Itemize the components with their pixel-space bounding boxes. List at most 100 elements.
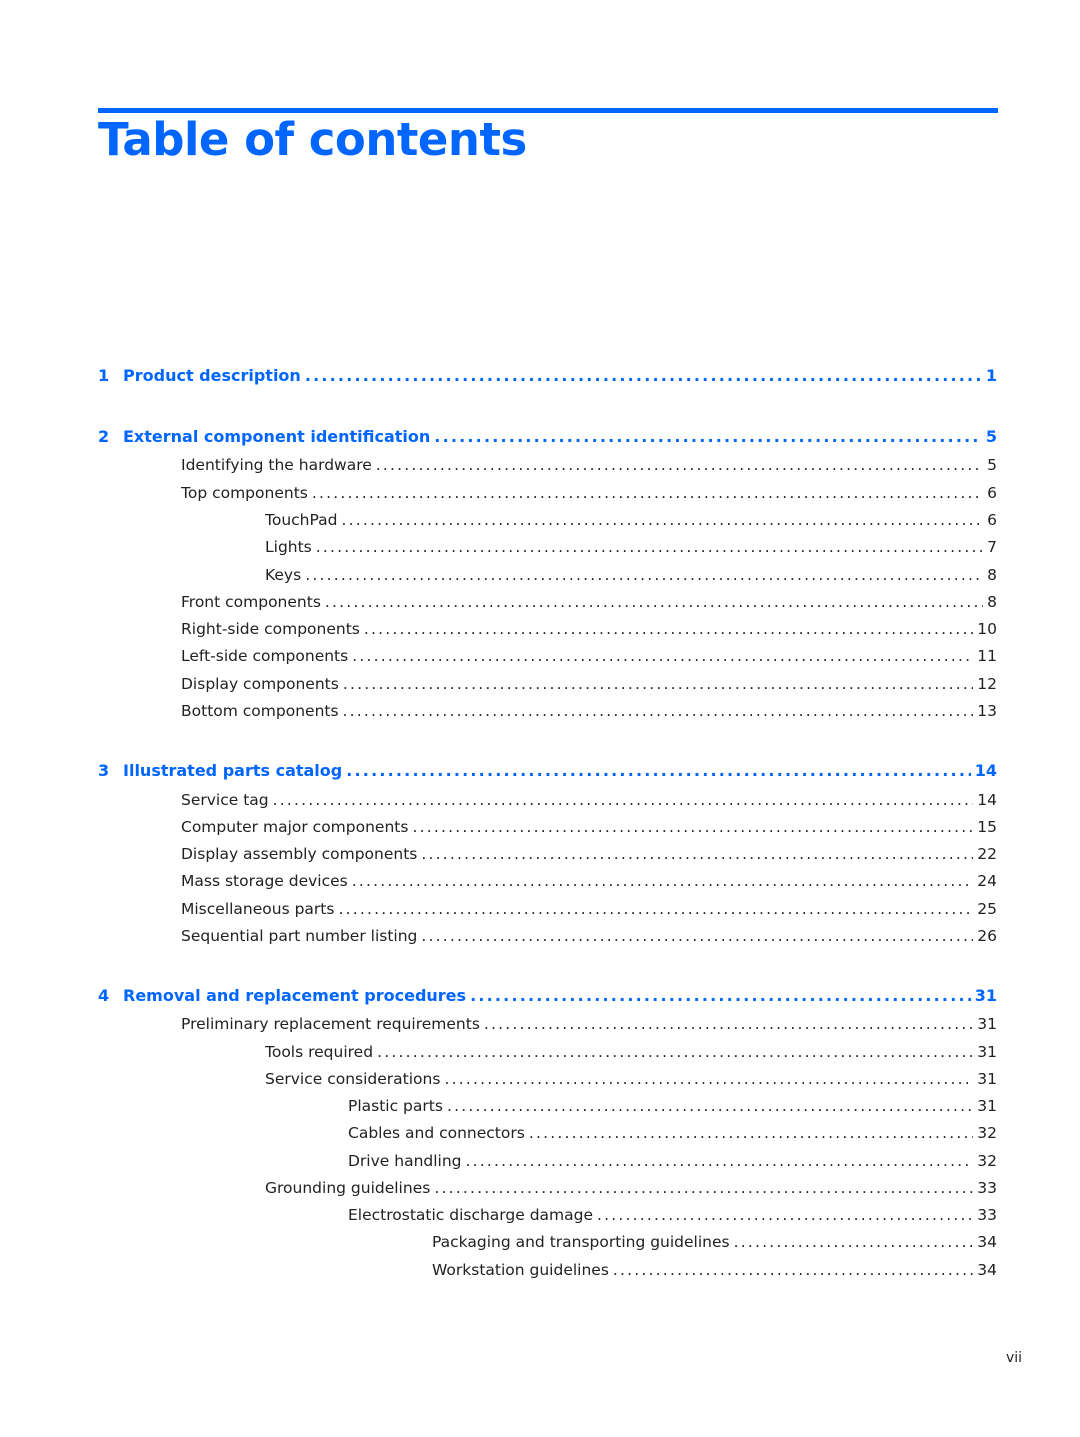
- toc-label[interactable]: Packaging and transporting guidelines: [432, 1233, 730, 1251]
- toc-label-text[interactable]: Cables and connectors: [348, 1124, 525, 1142]
- toc-label-text[interactable]: Sequential part number listing: [181, 927, 417, 945]
- toc-label[interactable]: Service considerations: [265, 1070, 440, 1088]
- toc-label[interactable]: Bottom components: [181, 702, 339, 720]
- toc-label[interactable]: Miscellaneous parts: [181, 900, 334, 918]
- toc-page-number[interactable]: 26: [977, 927, 997, 945]
- toc-entry-row[interactable]: Electrostatic discharge damage 33: [348, 1206, 997, 1228]
- toc-page-number[interactable]: 8: [987, 566, 997, 584]
- toc-label-text[interactable]: Removal and replacement procedures: [123, 986, 466, 1005]
- toc-page-number[interactable]: 1: [986, 366, 997, 385]
- toc-label-text[interactable]: Right-side components: [181, 620, 360, 638]
- toc-page-number[interactable]: 13: [977, 702, 997, 720]
- toc-entry-row[interactable]: Plastic parts 31: [348, 1097, 997, 1119]
- toc-entry-row[interactable]: Display assembly components 22: [181, 845, 997, 867]
- toc-entry-row[interactable]: Packaging and transporting guidelines 34: [432, 1233, 997, 1255]
- toc-entry-row[interactable]: Miscellaneous parts 25: [181, 900, 997, 922]
- toc-entry-row[interactable]: Identifying the hardware 5: [181, 456, 997, 478]
- toc-page-number[interactable]: 14: [977, 791, 997, 809]
- toc-page-number[interactable]: 31: [977, 1070, 997, 1088]
- toc-label-text[interactable]: Mass storage devices: [181, 872, 348, 890]
- toc-label-text[interactable]: Lights: [265, 538, 312, 556]
- toc-label-text[interactable]: Bottom components: [181, 702, 339, 720]
- toc-label[interactable]: Identifying the hardware: [181, 456, 372, 474]
- toc-entry-row[interactable]: Drive handling 32: [348, 1152, 997, 1174]
- toc-page-number[interactable]: 34: [977, 1233, 997, 1251]
- toc-entry-row[interactable]: TouchPad 6: [265, 511, 997, 533]
- toc-label[interactable]: Front components: [181, 593, 321, 611]
- toc-label-text[interactable]: Computer major components: [181, 818, 408, 836]
- toc-label-text[interactable]: Grounding guidelines: [265, 1179, 430, 1197]
- toc-label[interactable]: Electrostatic discharge damage: [348, 1206, 593, 1224]
- toc-entry-row[interactable]: Front components 8: [181, 593, 997, 615]
- toc-page-number[interactable]: 6: [987, 484, 997, 502]
- toc-label[interactable]: Lights: [265, 538, 312, 556]
- toc-page-number[interactable]: 32: [977, 1124, 997, 1142]
- toc-label-text[interactable]: Drive handling: [348, 1152, 462, 1170]
- toc-page-number[interactable]: 24: [977, 872, 997, 890]
- toc-page-number[interactable]: 32: [977, 1152, 997, 1170]
- toc-entry-row[interactable]: Keys 8: [265, 566, 997, 588]
- toc-label[interactable]: Mass storage devices: [181, 872, 348, 890]
- toc-label[interactable]: Grounding guidelines: [265, 1179, 430, 1197]
- toc-page-number[interactable]: 14: [975, 761, 997, 780]
- toc-page-number[interactable]: 11: [977, 647, 997, 665]
- toc-label[interactable]: Workstation guidelines: [432, 1261, 609, 1279]
- toc-label[interactable]: 2 External component identification: [98, 427, 430, 446]
- toc-label-text[interactable]: Front components: [181, 593, 321, 611]
- toc-entry-row[interactable]: Lights 7: [265, 538, 997, 560]
- toc-page-number[interactable]: 31: [977, 1097, 997, 1115]
- toc-label-text[interactable]: Product description: [123, 366, 301, 385]
- toc-label-text[interactable]: Miscellaneous parts: [181, 900, 334, 918]
- toc-entry-row[interactable]: Sequential part number listing 26: [181, 927, 997, 949]
- toc-label-text[interactable]: Electrostatic discharge damage: [348, 1206, 593, 1224]
- toc-label-text[interactable]: Display assembly components: [181, 845, 417, 863]
- toc-label-text[interactable]: Identifying the hardware: [181, 456, 372, 474]
- toc-label-text[interactable]: Left-side components: [181, 647, 348, 665]
- toc-page-number[interactable]: 33: [977, 1206, 997, 1224]
- toc-label-text[interactable]: Preliminary replacement requirements: [181, 1015, 480, 1033]
- toc-label[interactable]: Left-side components: [181, 647, 348, 665]
- toc-label-text[interactable]: External component identification: [123, 427, 430, 446]
- toc-label[interactable]: Keys: [265, 566, 301, 584]
- toc-label[interactable]: 3 Illustrated parts catalog: [98, 761, 342, 780]
- toc-label-text[interactable]: Top components: [181, 484, 308, 502]
- toc-chapter-row[interactable]: 4 Removal and replacement procedures 31: [98, 986, 997, 1008]
- toc-label[interactable]: Display assembly components: [181, 845, 417, 863]
- toc-label[interactable]: Drive handling: [348, 1152, 462, 1170]
- toc-page-number[interactable]: 31: [975, 986, 997, 1005]
- toc-chapter-row[interactable]: 1 Product description 1: [98, 366, 997, 388]
- toc-entry-row[interactable]: Workstation guidelines 34: [432, 1261, 997, 1283]
- toc-page-number[interactable]: 10: [977, 620, 997, 638]
- toc-label-text[interactable]: Service tag: [181, 791, 269, 809]
- toc-label-text[interactable]: TouchPad: [265, 511, 337, 529]
- toc-label-text[interactable]: Tools required: [265, 1043, 373, 1061]
- toc-entry-row[interactable]: Service tag 14: [181, 791, 997, 813]
- toc-label[interactable]: TouchPad: [265, 511, 337, 529]
- toc-page-number[interactable]: 6: [987, 511, 997, 529]
- toc-chapter-row[interactable]: 3 Illustrated parts catalog 14: [98, 761, 997, 783]
- toc-label[interactable]: Plastic parts: [348, 1097, 443, 1115]
- toc-entry-row[interactable]: Tools required 31: [265, 1043, 997, 1065]
- toc-page-number[interactable]: 31: [977, 1043, 997, 1061]
- toc-page-number[interactable]: 22: [977, 845, 997, 863]
- toc-label[interactable]: Sequential part number listing: [181, 927, 417, 945]
- toc-page-number[interactable]: 15: [977, 818, 997, 836]
- toc-entry-row[interactable]: Cables and connectors 32: [348, 1124, 997, 1146]
- toc-page-number[interactable]: 33: [977, 1179, 997, 1197]
- toc-page-number[interactable]: 5: [986, 427, 997, 446]
- toc-label-text[interactable]: Service considerations: [265, 1070, 440, 1088]
- toc-label[interactable]: 1 Product description: [98, 366, 301, 385]
- toc-entry-row[interactable]: Top components 6: [181, 484, 997, 506]
- toc-label-text[interactable]: Illustrated parts catalog: [123, 761, 342, 780]
- toc-chapter-row[interactable]: 2 External component identification 5: [98, 427, 997, 449]
- toc-entry-row[interactable]: Preliminary replacement requirements 31: [181, 1015, 997, 1037]
- toc-label-text[interactable]: Workstation guidelines: [432, 1261, 609, 1279]
- toc-entry-row[interactable]: Display components 12: [181, 675, 997, 697]
- toc-page-number[interactable]: 31: [977, 1015, 997, 1033]
- toc-entry-row[interactable]: Bottom components 13: [181, 702, 997, 724]
- toc-entry-row[interactable]: Mass storage devices 24: [181, 872, 997, 894]
- toc-page-number[interactable]: 5: [987, 456, 997, 474]
- toc-page-number[interactable]: 7: [987, 538, 997, 556]
- toc-label[interactable]: Top components: [181, 484, 308, 502]
- toc-entry-row[interactable]: Grounding guidelines 33: [265, 1179, 997, 1201]
